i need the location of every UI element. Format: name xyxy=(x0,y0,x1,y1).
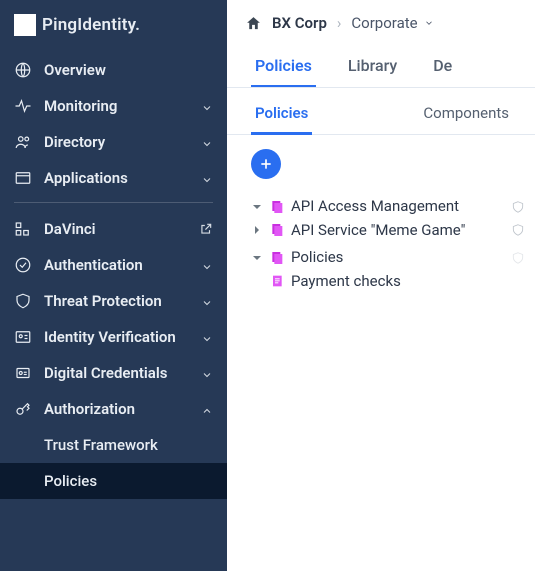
tree-node-payment-checks[interactable]: Payment checks xyxy=(251,272,535,292)
tree-node-label: Policies xyxy=(291,248,505,268)
shield-icon xyxy=(511,223,525,237)
tree-node-label: Payment checks xyxy=(291,272,535,292)
tree-node-label: API Access Management xyxy=(291,197,505,217)
sidebar-item-authentication[interactable]: Authentication xyxy=(0,247,227,283)
brand: PingIdentity. xyxy=(0,0,227,52)
shield-icon xyxy=(511,251,525,265)
sidebar-item-label: Monitoring xyxy=(44,97,189,115)
window-icon xyxy=(14,169,32,187)
policy-set-icon xyxy=(269,250,285,266)
sidebar-item-threat-protection[interactable]: Threat Protection xyxy=(0,283,227,319)
sidebar-item-label: Policies xyxy=(44,472,213,490)
brand-logo xyxy=(14,14,36,36)
plus-icon xyxy=(258,156,274,172)
tab-decisions[interactable]: De xyxy=(429,50,456,87)
sidebar-item-label: Overview xyxy=(44,61,213,79)
tab-policies[interactable]: Policies xyxy=(251,50,316,88)
breadcrumb: BX Corp › Corporate xyxy=(227,0,535,40)
sidebar-item-label: Directory xyxy=(44,133,189,151)
chevron-down-icon xyxy=(424,18,434,28)
sidebar-item-label: Authentication xyxy=(44,256,189,274)
credential-icon xyxy=(14,364,32,382)
sidebar-item-label: Threat Protection xyxy=(44,292,189,310)
chevron-down-icon xyxy=(201,172,213,184)
puzzle-icon xyxy=(14,220,32,238)
tree-node-api-service[interactable]: API Service "Meme Game" xyxy=(251,221,535,241)
policy-tree-area: API Access Management API Service "Meme … xyxy=(227,135,535,303)
sidebar-item-monitoring[interactable]: Monitoring xyxy=(0,88,227,124)
key-icon xyxy=(14,400,32,418)
external-link-icon xyxy=(199,222,213,236)
policy-set-icon xyxy=(269,222,285,238)
check-circle-icon xyxy=(14,256,32,274)
sidebar: PingIdentity. Overview Monitoring Direct… xyxy=(0,0,227,571)
tree-node-root[interactable]: API Access Management xyxy=(251,197,535,217)
tree-node-policies[interactable]: Policies xyxy=(251,248,535,268)
divider xyxy=(14,202,213,203)
chevron-down-icon xyxy=(201,136,213,148)
tab-library[interactable]: Library xyxy=(344,50,401,87)
breadcrumb-env-dropdown[interactable]: Corporate xyxy=(351,14,433,32)
sidebar-item-label: Digital Credentials xyxy=(44,364,189,382)
activity-icon xyxy=(14,97,32,115)
id-card-icon xyxy=(14,328,32,346)
chevron-down-icon xyxy=(201,367,213,379)
shield-icon xyxy=(511,200,525,214)
sidebar-item-identity-verification[interactable]: Identity Verification xyxy=(0,319,227,355)
policy-set-icon xyxy=(269,199,285,215)
breadcrumb-org[interactable]: BX Corp xyxy=(272,14,327,32)
globe-icon xyxy=(14,61,32,79)
sidebar-subitem-policies[interactable]: Policies xyxy=(0,463,227,499)
brand-name: PingIdentity. xyxy=(42,15,140,35)
sidebar-item-authorization[interactable]: Authorization xyxy=(0,391,227,427)
sidebar-item-label: Authorization xyxy=(44,400,189,418)
add-button[interactable] xyxy=(251,149,281,179)
chevron-down-icon xyxy=(201,295,213,307)
sidebar-item-label: Applications xyxy=(44,169,189,187)
sidebar-item-applications[interactable]: Applications xyxy=(0,160,227,196)
policy-icon xyxy=(269,273,285,289)
policy-tree: API Access Management API Service "Meme … xyxy=(251,193,535,303)
breadcrumb-env-label: Corporate xyxy=(351,14,417,32)
subtab-policies[interactable]: Policies xyxy=(251,100,312,135)
sidebar-item-label: Identity Verification xyxy=(44,328,189,346)
sidebar-item-label: Trust Framework xyxy=(44,436,213,454)
secondary-tabs: Policies Components xyxy=(227,88,535,135)
breadcrumb-separator: › xyxy=(337,14,342,32)
chevron-down-icon xyxy=(201,331,213,343)
sidebar-subitem-trust-framework[interactable]: Trust Framework xyxy=(0,427,227,463)
home-icon[interactable] xyxy=(245,15,262,32)
sidebar-item-davinci[interactable]: DaVinci xyxy=(0,211,227,247)
collapse-icon[interactable] xyxy=(251,252,263,264)
expand-icon[interactable] xyxy=(251,224,263,236)
sidebar-item-digital-credentials[interactable]: Digital Credentials xyxy=(0,355,227,391)
chevron-up-icon xyxy=(201,403,213,415)
subtab-components[interactable]: Components xyxy=(419,100,513,134)
chevron-down-icon xyxy=(201,259,213,271)
main-content: BX Corp › Corporate Policies Library De … xyxy=(227,0,535,571)
primary-tabs: Policies Library De xyxy=(227,40,535,88)
people-icon xyxy=(14,133,32,151)
chevron-down-icon xyxy=(201,100,213,112)
sidebar-item-label: DaVinci xyxy=(44,220,187,238)
sidebar-item-overview[interactable]: Overview xyxy=(0,52,227,88)
sidebar-item-directory[interactable]: Directory xyxy=(0,124,227,160)
tree-node-label: API Service "Meme Game" xyxy=(291,221,505,241)
collapse-icon[interactable] xyxy=(251,201,263,213)
shield-icon xyxy=(14,292,32,310)
